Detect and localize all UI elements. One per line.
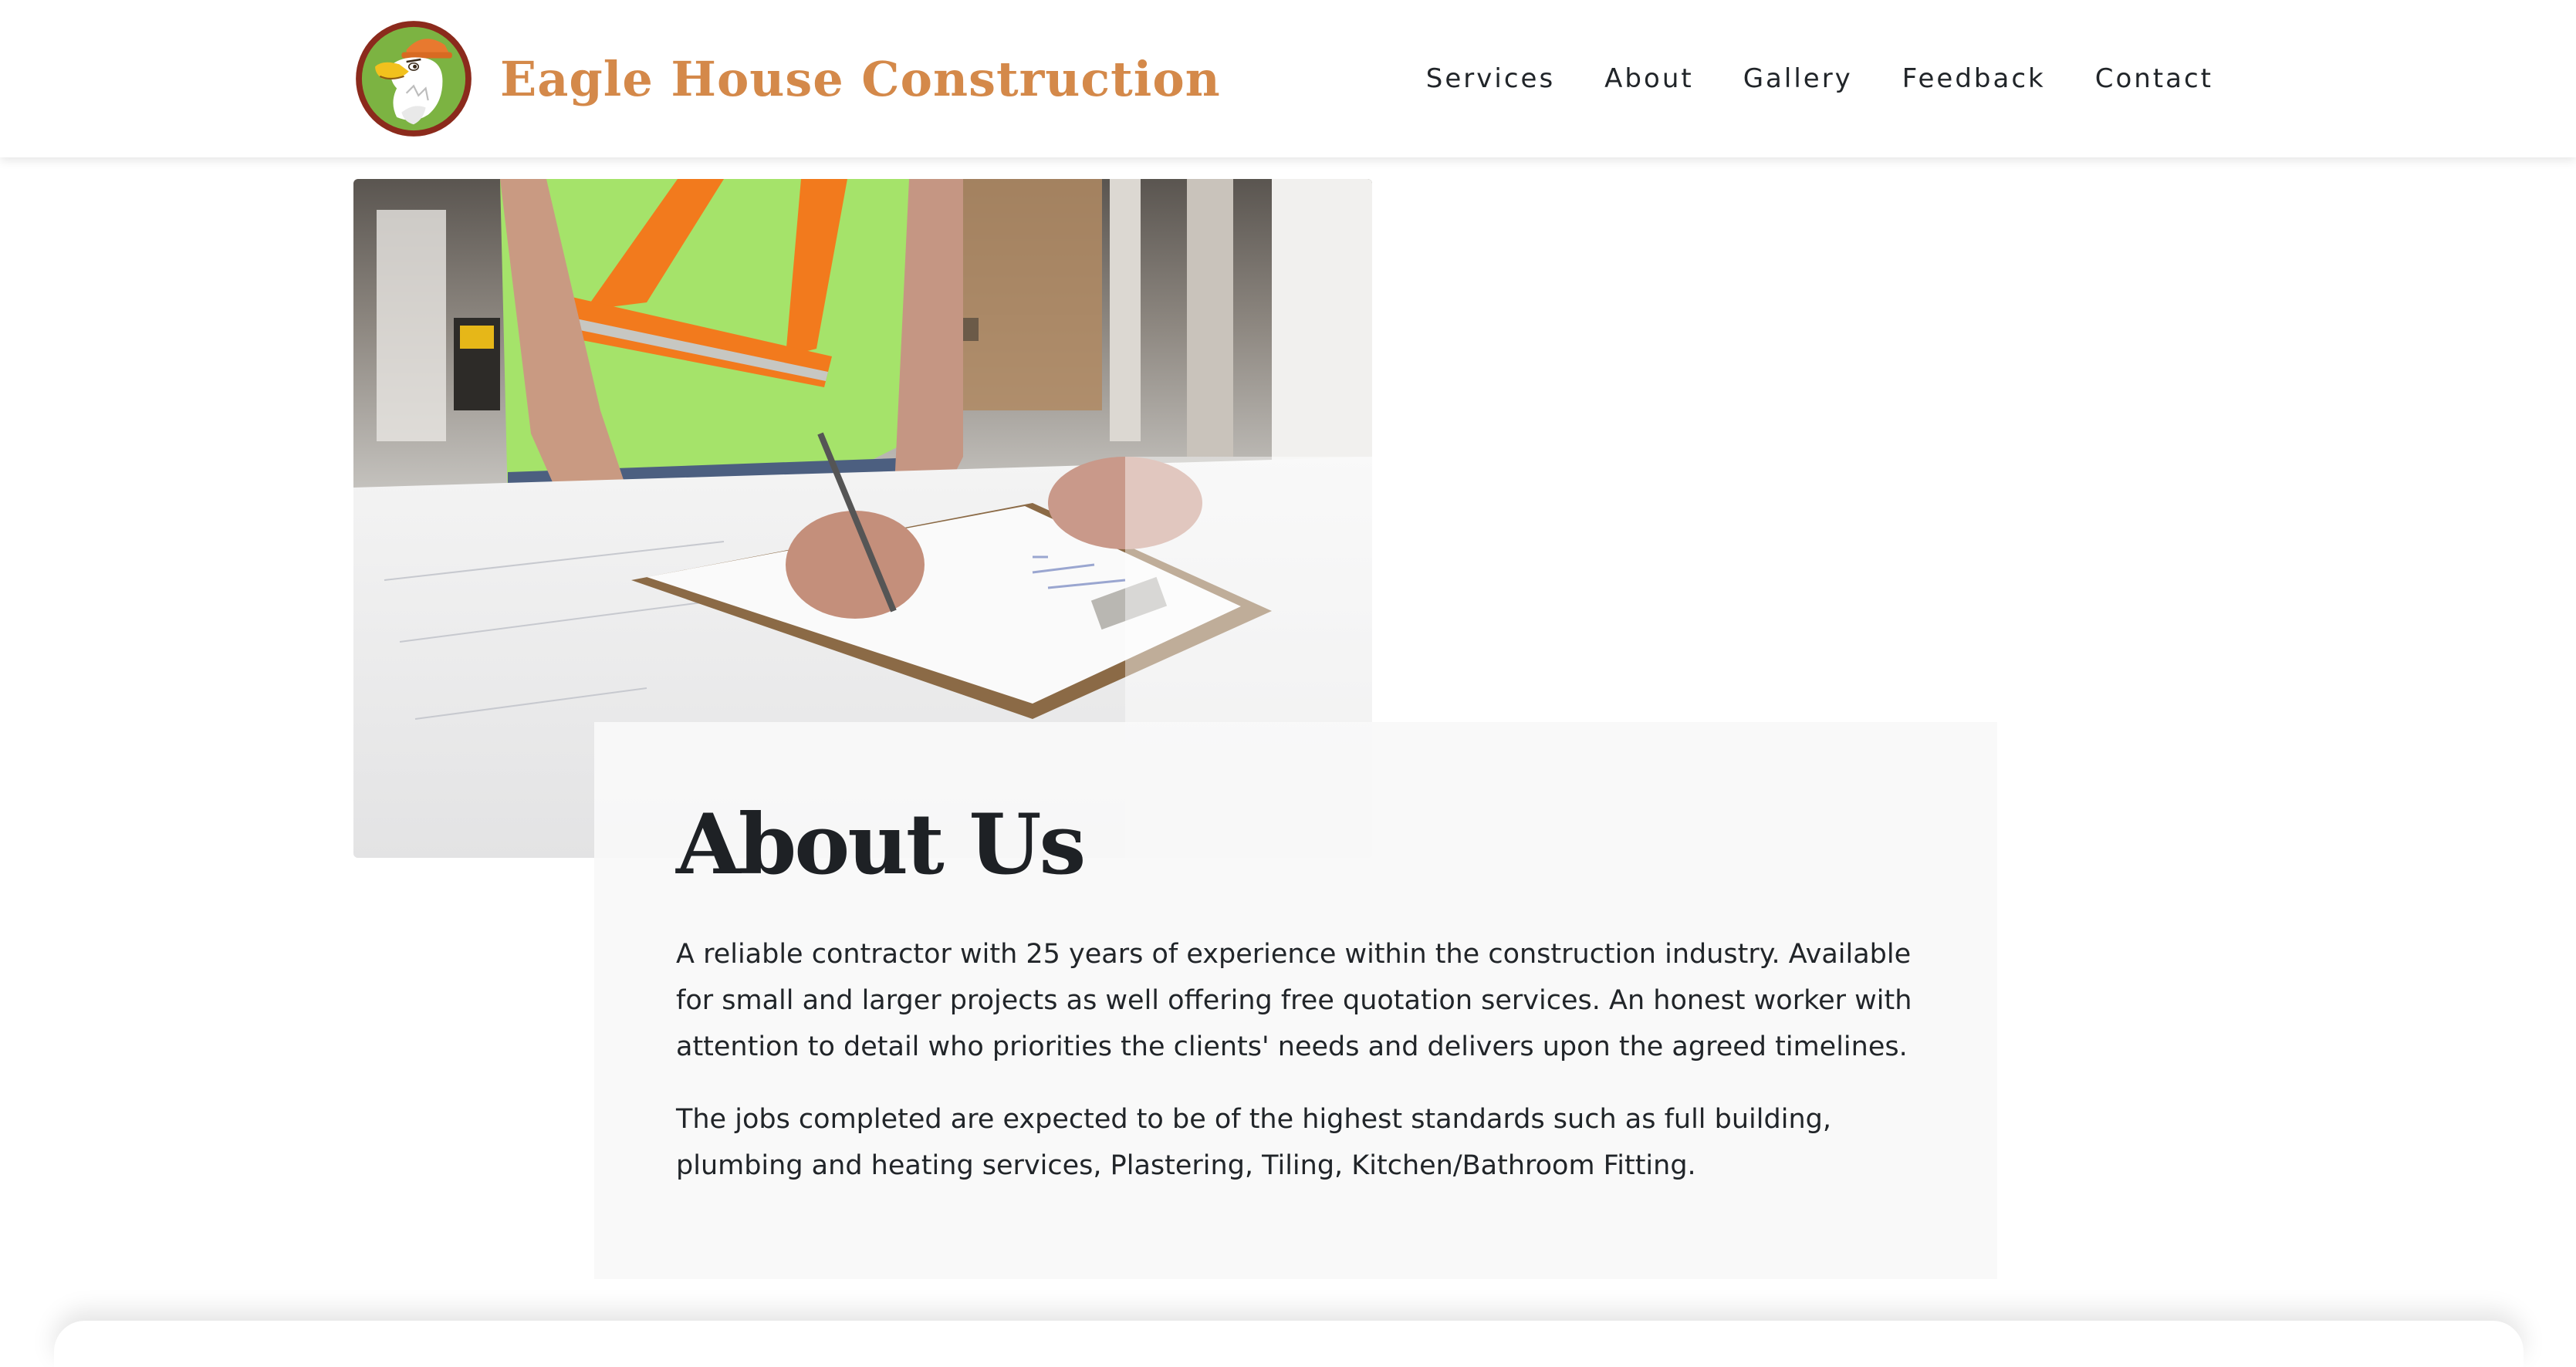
- brand-name: Eagle House Construction: [500, 50, 1221, 107]
- nav-link-gallery[interactable]: Gallery: [1743, 63, 1853, 94]
- nav-link-services[interactable]: Services: [1426, 63, 1555, 94]
- brand-link[interactable]: Eagle House Construction: [353, 19, 1221, 139]
- about-title: About Us: [676, 796, 1086, 893]
- nav-item-contact: Contact: [2095, 63, 2213, 94]
- nav-menu: Services About Gallery Feedback Contact: [1426, 0, 2213, 157]
- eagle-logo-icon: [356, 21, 472, 137]
- next-section-edge: [54, 1321, 2524, 1367]
- nav-item-services: Services: [1426, 63, 1555, 94]
- navbar: Eagle House Construction Services About …: [0, 0, 2576, 157]
- nav-item-feedback: Feedback: [1902, 63, 2046, 94]
- about-paragraph-2: The jobs completed are expected to be of…: [676, 1103, 1831, 1181]
- nav-item-gallery: Gallery: [1743, 63, 1853, 94]
- about-section: About Us A reliable contractor with 25 y…: [594, 722, 1997, 1279]
- nav-link-feedback[interactable]: Feedback: [1902, 63, 2046, 94]
- nav-link-contact[interactable]: Contact: [2095, 63, 2213, 94]
- about-paragraph-1: A reliable contractor with 25 years of e…: [676, 938, 1912, 1062]
- nav-link-about[interactable]: About: [1604, 63, 1694, 94]
- nav-item-about: About: [1604, 63, 1694, 94]
